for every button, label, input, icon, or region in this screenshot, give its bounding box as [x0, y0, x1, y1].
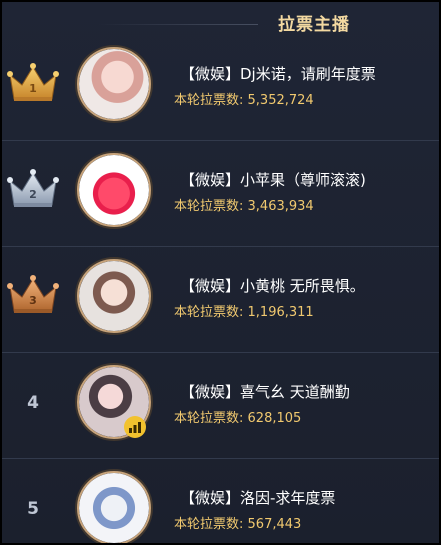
rank-slot: 1: [2, 35, 64, 140]
rank-slot: 3: [2, 247, 64, 352]
ranking-panel: 拉票主播 1 【微娱】Dj米诺，请刷年度票 本轮拉票数: 5,352,724 2…: [0, 0, 441, 545]
signal-bars-icon: [124, 416, 146, 438]
rank-number: 5: [27, 499, 39, 519]
vote-count-label: 本轮拉票数:: [174, 199, 244, 214]
rank-slot: 4: [2, 353, 64, 458]
streamer-row[interactable]: 2 【微娱】小苹果（尊师滚滚) 本轮拉票数: 3,463,934: [2, 141, 439, 247]
vote-count-label: 本轮拉票数:: [174, 411, 244, 426]
panel-title: 拉票主播: [278, 15, 350, 35]
gold-crown-icon: 1: [7, 63, 59, 101]
streamer-row[interactable]: 5 【微娱】洛因-求年度票 本轮拉票数: 567,443: [2, 459, 439, 543]
streamer-row[interactable]: 1 【微娱】Dj米诺，请刷年度票 本轮拉票数: 5,352,724: [2, 35, 439, 141]
vote-count: 本轮拉票数: 1,196,311: [174, 301, 314, 320]
vote-count: 本轮拉票数: 3,463,934: [174, 195, 314, 214]
rank-number: 4: [27, 393, 39, 413]
rank-number: 2: [29, 188, 37, 201]
vote-count-value: 1,196,311: [247, 305, 314, 320]
avatar[interactable]: [77, 153, 151, 227]
header-divider-line: [98, 24, 258, 25]
streamer-name: 【微娱】Dj米诺，请刷年度票: [180, 65, 376, 83]
avatar[interactable]: [77, 471, 151, 543]
rank-slot: 5: [2, 459, 64, 543]
streamer-row[interactable]: 3 【微娱】小黄桃 无所畏惧。 本轮拉票数: 1,196,311: [2, 247, 439, 353]
avatar[interactable]: [77, 259, 151, 333]
rank-number: 3: [29, 294, 37, 307]
vote-count-value: 3,463,934: [247, 199, 314, 214]
avatar-image: [79, 155, 149, 225]
streamer-name: 【微娱】小黄桃 无所畏惧。: [180, 277, 365, 295]
vote-count-label: 本轮拉票数:: [174, 305, 244, 320]
streamer-name: 【微娱】小苹果（尊师滚滚): [180, 171, 366, 189]
streamer-name: 【微娱】喜气幺 天道酬勤: [180, 383, 350, 401]
streamer-row[interactable]: 4 【微娱】喜气幺 天道酬勤 本轮拉票数: 628,105: [2, 353, 439, 459]
bronze-crown-icon: 3: [7, 275, 59, 313]
silver-crown-icon: 2: [7, 169, 59, 207]
avatar-image: [79, 261, 149, 331]
avatar-image: [79, 473, 149, 543]
rank-number: 1: [29, 82, 37, 95]
vote-count-value: 628,105: [247, 411, 302, 426]
vote-count-value: 5,352,724: [247, 93, 314, 108]
streamer-name: 【微娱】洛因-求年度票: [180, 489, 336, 507]
avatar-image: [79, 49, 149, 119]
vote-count: 本轮拉票数: 628,105: [174, 407, 301, 426]
avatar[interactable]: [77, 47, 151, 121]
vote-count: 本轮拉票数: 5,352,724: [174, 89, 314, 108]
rank-slot: 2: [2, 141, 64, 246]
vote-count-label: 本轮拉票数:: [174, 517, 244, 532]
vote-count-value: 567,443: [247, 517, 302, 532]
vote-count: 本轮拉票数: 567,443: [174, 513, 301, 532]
vote-count-label: 本轮拉票数:: [174, 93, 244, 108]
